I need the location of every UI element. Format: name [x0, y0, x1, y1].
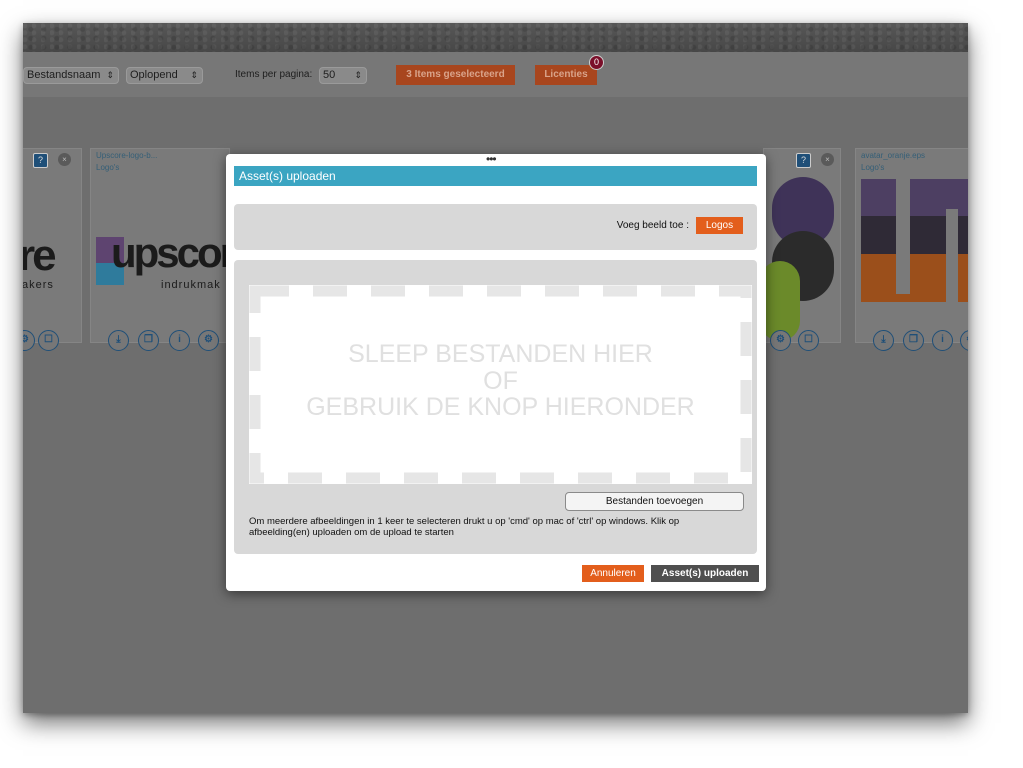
sort-order-value: Oplopend [130, 69, 178, 81]
info-icon[interactable]: i [932, 330, 953, 351]
download-icon[interactable]: ⤓ [873, 330, 894, 351]
info-icon[interactable]: i [169, 330, 190, 351]
licenses-button[interactable]: Licenties [535, 65, 597, 85]
drop-zone-text-line3: GEBRUIK DE KNOP HIERONDER [306, 393, 695, 421]
asset-card[interactable]: avatar_oranje.eps Logo's [855, 148, 968, 343]
category-panel: Voeg beeld toe : Logos [234, 204, 757, 250]
items-per-page-value: 50 [323, 69, 336, 81]
sort-order-select[interactable]: Oplopend ⇕ [126, 67, 203, 84]
card-category: Logo's [861, 163, 885, 172]
help-icon[interactable]: ? [796, 153, 811, 168]
select-arrows-icon: ⇕ [190, 70, 198, 80]
category-button[interactable]: Logos [696, 217, 743, 234]
select-arrows-icon: ⇕ [106, 70, 114, 80]
close-icon[interactable]: × [821, 153, 834, 166]
licenses-count-badge: 0 [589, 55, 604, 70]
card-logo-text: upscor [111, 229, 230, 276]
settings-icon[interactable]: ⚙ [198, 330, 219, 351]
help-icon[interactable]: ? [33, 153, 48, 168]
copy-icon[interactable]: ❐ [138, 330, 159, 351]
copy-icon[interactable]: ❐ [903, 330, 924, 351]
upload-hint-text: Om meerdere afbeeldingen in 1 keer te se… [249, 516, 680, 538]
logo-gap [946, 209, 958, 304]
card-logo-subtext: akers [23, 279, 54, 291]
select-checkbox-icon[interactable]: ☐ [798, 330, 819, 351]
cancel-button[interactable]: Annuleren [582, 565, 644, 582]
drop-zone-text-line1: SLEEP BESTANDEN HIER [348, 340, 653, 368]
download-icon[interactable]: ⤓ [108, 330, 129, 351]
settings-icon[interactable]: ⚙ [770, 330, 791, 351]
category-label: Voeg beeld toe : [616, 220, 689, 231]
sort-field-value: Bestandsnaam [27, 69, 101, 81]
items-per-page-select[interactable]: 50 ⇕ [319, 67, 367, 84]
asset-card[interactable]: re akers [23, 148, 82, 343]
asset-card[interactable] [763, 148, 841, 343]
upload-dialog: ••• Asset(s) uploaden Voeg beeld toe : L… [226, 152, 766, 591]
selected-items-button[interactable]: 3 Items geselecteerd [396, 65, 515, 85]
card-filename: Upscore-logo-b... [96, 151, 158, 160]
drop-zone-text-line2: OF [483, 367, 518, 395]
asset-card[interactable]: Upscore-logo-b... Logo's upscor indrukma… [90, 148, 230, 343]
sort-field-select[interactable]: Bestandsnaam ⇕ [23, 67, 119, 84]
drag-handle-icon[interactable]: ••• [486, 152, 497, 166]
card-logo-subtext: indrukmak [161, 279, 221, 291]
settings-icon[interactable]: ⚙ [960, 330, 968, 351]
drop-zone[interactable]: SLEEP BESTANDEN HIER OF GEBRUIK DE KNOP … [249, 285, 752, 484]
select-arrows-icon: ⇕ [354, 70, 362, 80]
close-icon[interactable]: × [58, 153, 71, 166]
toolbar: Bestandsnaam ⇕ Oplopend ⇕ Items per pagi… [23, 52, 968, 97]
card-category: Logo's [96, 163, 120, 172]
items-per-page-label: Items per pagina: [235, 69, 313, 80]
dialog-title: Asset(s) uploaden [234, 166, 757, 186]
upload-panel: SLEEP BESTANDEN HIER OF GEBRUIK DE KNOP … [234, 260, 757, 554]
select-checkbox-icon[interactable]: ☐ [38, 330, 59, 351]
upload-submit-button[interactable]: Asset(s) uploaden [651, 565, 759, 582]
add-files-button[interactable]: Bestanden toevoegen [565, 492, 744, 511]
header-banner [23, 23, 968, 52]
logo-gap [896, 179, 910, 294]
card-logo-text: re [23, 231, 57, 280]
logo-shape-green [764, 261, 800, 341]
card-filename: avatar_oranje.eps [861, 151, 926, 160]
